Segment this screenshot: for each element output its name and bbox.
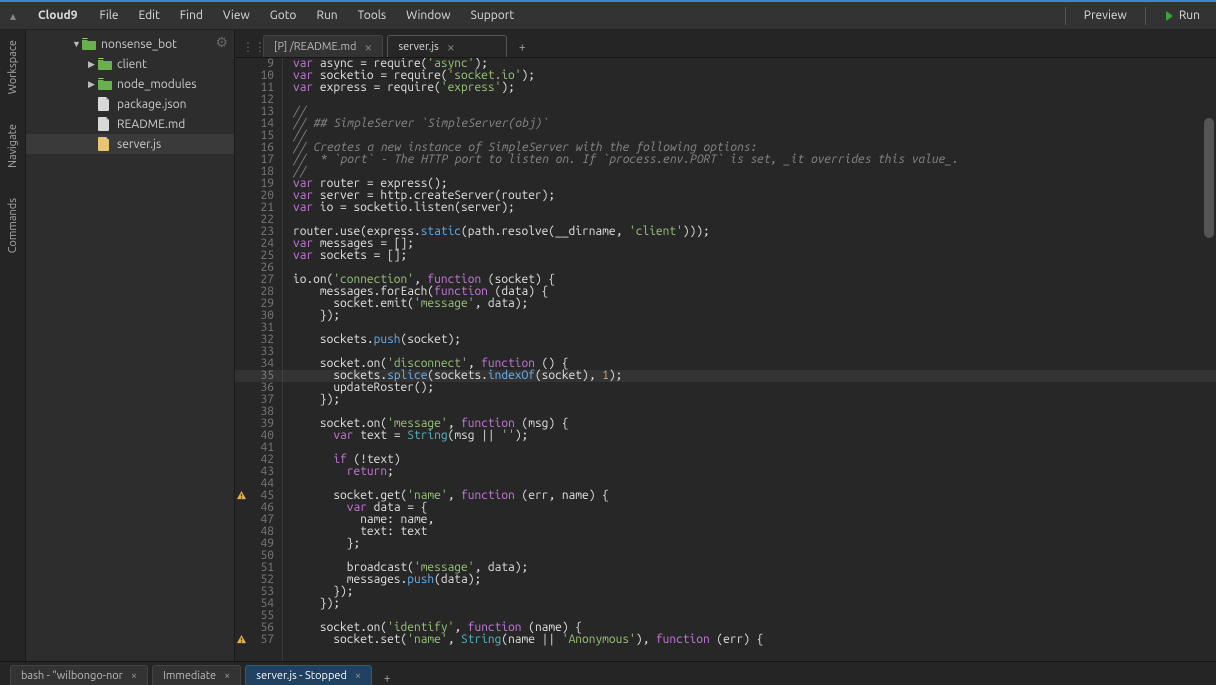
code-line[interactable]: text: text [293,526,1216,538]
code-line[interactable]: return; [293,466,1216,478]
line-gutter: 9101112131415161718192021222324252627282… [235,58,283,661]
tab-label: server.js [398,41,439,53]
code-line[interactable]: }); [293,310,1216,322]
code-line[interactable]: socket.set('name', String(name || 'Anony… [293,634,1216,646]
menu-support[interactable]: Support [461,9,524,22]
bottom-tab[interactable]: bash - "wilbongo-nor × [10,665,148,685]
code-line[interactable]: }); [293,394,1216,406]
code-line[interactable] [293,94,1216,106]
preview-button[interactable]: Preview [1070,9,1141,22]
code-line[interactable]: messages.push(data); [293,574,1216,586]
close-icon[interactable]: × [355,670,361,682]
add-tab-button[interactable]: + [511,37,533,57]
add-bottom-tab-button[interactable]: + [376,672,398,685]
menu-caret-icon[interactable]: ▴ [0,2,26,30]
tab-label: Immediate [163,670,216,682]
code-line[interactable]: name: name, [293,514,1216,526]
code-line[interactable]: }; [293,538,1216,550]
folder-icon [98,78,112,90]
close-icon[interactable]: × [364,40,372,54]
file-icon [98,117,112,131]
play-icon [1166,11,1173,21]
menu-run[interactable]: Run [306,9,347,22]
tree-root[interactable]: ▼nonsense_bot [26,34,234,54]
code-line[interactable]: updateRoster(); [293,382,1216,394]
tree-file-server.js[interactable]: server.js [26,134,234,154]
bottom-tab[interactable]: Immediate × [152,665,241,685]
code-line[interactable]: var io = socketio.listen(server); [293,202,1216,214]
close-icon[interactable]: × [224,670,230,682]
code-line[interactable]: socket.emit('message', data); [293,298,1216,310]
code-line[interactable]: router.use(express.static(path.resolve(_… [293,226,1216,238]
menu-view[interactable]: View [213,9,260,22]
menu-file[interactable]: File [90,9,129,22]
code-line[interactable]: }); [293,598,1216,610]
close-icon[interactable]: × [131,670,137,682]
code-line[interactable]: var sockets = []; [293,250,1216,262]
code-line[interactable]: // * `port` - The HTTP port to listen on… [293,154,1216,166]
tree-folder-node_modules[interactable]: ▶node_modules [26,74,234,94]
left-tab-workspace[interactable]: Workspace [7,36,19,98]
code-line[interactable] [293,442,1216,454]
tab-label: server.js - Stopped [256,670,347,682]
tree-file-README.md[interactable]: README.md [26,114,234,134]
editor-tab[interactable]: [P] /README.md × [263,35,383,57]
left-tab-commands[interactable]: Commands [7,194,19,257]
menu-window[interactable]: Window [396,9,460,22]
code-line[interactable]: var express = require('express'); [293,82,1216,94]
menu-find[interactable]: Find [170,9,213,22]
run-button[interactable]: Run [1150,2,1216,29]
code-line[interactable]: sockets.push(socket); [293,334,1216,346]
editor-tab[interactable]: server.js × [387,35,507,57]
tab-label: bash - "wilbongo-nor [21,670,123,682]
warning-icon [237,491,246,500]
tree-folder-client[interactable]: ▶client [26,54,234,74]
code-line[interactable]: }); [293,586,1216,598]
file-icon [98,97,112,111]
code-line[interactable]: var text = String(msg || ''); [293,430,1216,442]
folder-icon [98,58,112,70]
vertical-scrollbar[interactable] [1204,118,1214,238]
left-tab-navigate[interactable]: Navigate [7,120,19,172]
tree-file-package.json[interactable]: package.json [26,94,234,114]
bottom-tab[interactable]: server.js - Stopped × [245,665,372,685]
code-line[interactable]: socket.get('name', function (err, name) … [293,490,1216,502]
brand-label: Cloud9 [26,9,90,22]
menu-tools[interactable]: Tools [348,9,397,22]
folder-icon [82,38,96,50]
code-line[interactable]: if (!text) [293,454,1216,466]
close-icon[interactable]: × [447,40,455,54]
warning-icon [237,635,246,644]
tab-label: [P] /README.md [274,41,356,53]
run-label: Run [1179,9,1200,22]
menu-goto[interactable]: Goto [260,9,307,22]
code-editor[interactable]: var async = require('async');var socketi… [283,58,1216,661]
code-line[interactable]: // ## SimpleServer `SimpleServer(obj)` [293,118,1216,130]
menu-edit[interactable]: Edit [129,9,170,22]
tab-grip-icon[interactable]: ⋮⋮ [245,37,263,57]
file-icon [98,137,112,151]
gear-icon[interactable]: ⚙ [215,34,228,51]
code-line[interactable]: var messages = []; [293,238,1216,250]
